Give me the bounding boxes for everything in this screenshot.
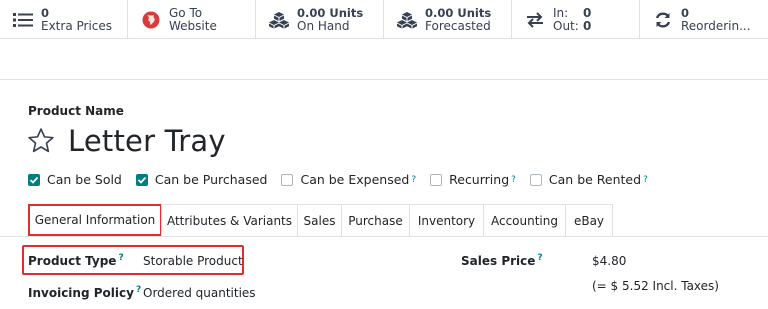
can-be-expensed-label: Can be Expensed [300, 172, 410, 187]
checkbox-checked-icon [28, 173, 40, 186]
tab-accounting[interactable]: Accounting [483, 204, 566, 236]
product-type-label: Product Type? [28, 253, 124, 268]
product-type-label-text: Product Type [28, 254, 117, 268]
star-icon[interactable] [26, 126, 56, 156]
website-label: Website [169, 18, 217, 33]
can-be-rented-label: Can be Rented [548, 172, 642, 187]
checkbox-unchecked-icon [430, 173, 443, 186]
can-be-sold-checkbox[interactable]: Can be Sold [28, 172, 122, 187]
cubes-icon [396, 9, 418, 31]
product-type-select[interactable]: Storable Product [143, 254, 243, 268]
tab-general-information[interactable]: General Information [28, 204, 162, 236]
globe-icon [140, 9, 162, 31]
tabs-divider [0, 236, 768, 237]
forecasted-button[interactable]: 0.00 Units Forecasted [384, 0, 512, 39]
out-value: 0 [583, 18, 592, 33]
recurring-checkbox[interactable]: Recurring? [430, 172, 516, 187]
invoicing-policy-label-text: Invoicing Policy [28, 286, 134, 300]
refresh-icon [652, 9, 674, 31]
help-tooltip[interactable]: ? [411, 175, 416, 185]
status-bar-area [0, 39, 768, 80]
can-be-purchased-label: Can be Purchased [154, 172, 268, 187]
help-tooltip[interactable]: ? [643, 175, 648, 185]
checkbox-checked-icon [135, 173, 148, 186]
smart-button-bar: 0 Extra Prices Go To Website 0.00 Units … [0, 0, 768, 39]
in-value: 0 [583, 5, 592, 20]
tab-inventory[interactable]: Inventory [409, 204, 484, 236]
go-to-website-button[interactable]: Go To Website [128, 0, 256, 39]
recurring-label: Recurring [449, 172, 510, 187]
help-tooltip[interactable]: ? [511, 175, 516, 185]
extra-prices-label: Extra Prices [41, 18, 113, 33]
can-be-purchased-checkbox[interactable]: Can be Purchased [135, 172, 268, 187]
list-icon [12, 9, 34, 31]
tab-sales[interactable]: Sales [297, 204, 342, 236]
sales-price-input[interactable]: $4.80 [592, 254, 626, 268]
checkbox-unchecked-icon [281, 173, 294, 186]
help-tooltip[interactable]: ? [118, 253, 123, 263]
tab-purchase[interactable]: Purchase [341, 204, 410, 236]
extra-prices-button[interactable]: 0 Extra Prices [0, 0, 128, 39]
invoicing-policy-label: Invoicing Policy? [28, 285, 141, 300]
tab-ebay[interactable]: eBay [565, 204, 613, 236]
product-name-label: Product Name [28, 104, 124, 118]
invoicing-policy-select[interactable]: Ordered quantities [143, 286, 256, 300]
extra-prices-count: 0 [41, 5, 50, 20]
help-tooltip[interactable]: ? [136, 285, 141, 295]
reordering-count: 0 [681, 5, 690, 20]
on-hand-button[interactable]: 0.00 Units On Hand [256, 0, 384, 39]
can-be-rented-checkbox[interactable]: Can be Rented? [529, 172, 648, 187]
checkbox-unchecked-icon [529, 173, 542, 186]
in-label: In: [553, 5, 569, 20]
on-hand-label: On Hand [297, 18, 350, 33]
on-hand-value: 0.00 Units [297, 5, 364, 20]
exchange-icon [524, 9, 546, 31]
cubes-icon [268, 9, 290, 31]
sales-price-label-text: Sales Price [461, 254, 536, 268]
sales-price-incl-taxes: (= $ 5.52 Incl. Taxes) [592, 279, 719, 293]
out-label: Out: [553, 18, 579, 33]
reordering-button[interactable]: 0 Reorderin... [640, 0, 768, 39]
in-out-button[interactable]: In: 0 Out: 0 [512, 0, 640, 39]
can-be-expensed-checkbox[interactable]: Can be Expensed? [281, 172, 416, 187]
notebook-tabs: General Information Attributes & Variant… [28, 204, 613, 236]
title-row: Letter Tray [26, 124, 226, 158]
forecasted-value: 0.00 Units [425, 5, 492, 20]
reordering-label: Reorderin... [681, 18, 751, 33]
help-tooltip[interactable]: ? [537, 253, 542, 263]
sales-price-label: Sales Price? [461, 253, 543, 268]
product-options: Can be Sold Can be Purchased Can be Expe… [28, 172, 662, 187]
product-name-field[interactable]: Letter Tray [68, 124, 226, 158]
go-to-label: Go To [169, 5, 203, 20]
tab-attributes-variants[interactable]: Attributes & Variants [161, 204, 298, 236]
can-be-sold-label: Can be Sold [47, 172, 122, 187]
forecasted-label: Forecasted [425, 18, 491, 33]
